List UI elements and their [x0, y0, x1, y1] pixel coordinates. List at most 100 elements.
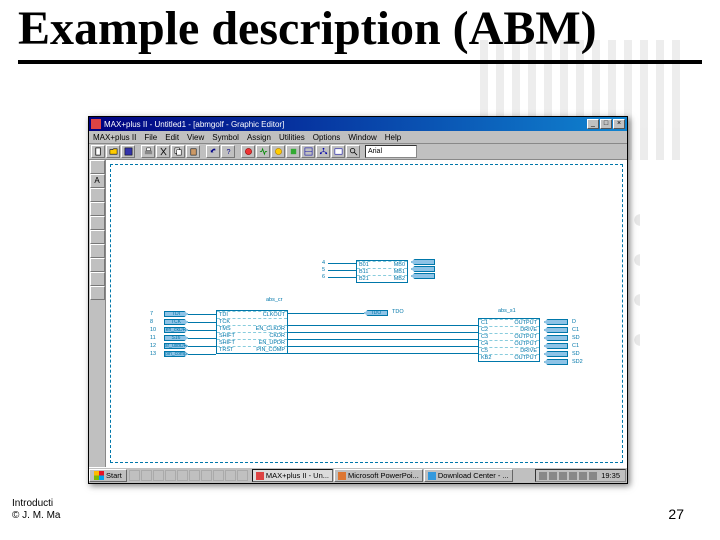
ql-app-icon[interactable]: [237, 470, 248, 481]
slide-title: Example description (ABM): [0, 0, 720, 54]
wire: [288, 346, 478, 347]
menu-file[interactable]: File: [144, 133, 157, 142]
help-button[interactable]: ?: [221, 145, 235, 158]
left-block[interactable]: TDICLKOUT TCK TMSEN_CLKDR SHIFTCKDR SHIF…: [216, 310, 288, 354]
wire: [288, 353, 478, 354]
svg-text:?: ?: [226, 147, 230, 156]
right-block[interactable]: C1OUTPUT C2DRIVE C3OUTPUT C4OUTPUT C5DRI…: [478, 318, 540, 362]
menu-view[interactable]: View: [187, 133, 204, 142]
start-button[interactable]: Start: [89, 469, 127, 482]
menu-symbol[interactable]: Symbol: [212, 133, 239, 142]
hierarchy-button[interactable]: [316, 145, 330, 158]
zoom-button[interactable]: [346, 145, 360, 158]
palette-zoom-fit[interactable]: [90, 258, 105, 272]
font-combo[interactable]: Arial: [365, 145, 417, 158]
wire: [188, 314, 216, 315]
task-maxplus[interactable]: MAX+plus II - Un...: [252, 469, 333, 482]
tray-icon[interactable]: [589, 472, 597, 480]
palette-circle[interactable]: [90, 216, 105, 230]
out-label: D: [572, 319, 576, 325]
task-powerpoint[interactable]: Microsoft PowerPoi...: [334, 469, 423, 482]
input-port: TDI: [164, 311, 188, 317]
titlebar[interactable]: MAX+plus II - Untitled1 - [abmgolf - Gra…: [89, 117, 627, 131]
window-title: MAX+plus II - Untitled1 - [abmgolf - Gra…: [104, 120, 587, 129]
ql-app-icon[interactable]: [165, 470, 176, 481]
wire: [188, 338, 216, 339]
copy-button[interactable]: [171, 145, 185, 158]
maximize-button[interactable]: □: [600, 119, 612, 129]
palette-select[interactable]: [90, 160, 105, 174]
ql-app-icon[interactable]: [201, 470, 212, 481]
out-label: SD2: [572, 359, 583, 365]
ql-app-icon[interactable]: [213, 470, 224, 481]
floorplan-button[interactable]: [301, 145, 315, 158]
palette-zoom-in[interactable]: [90, 230, 105, 244]
task-icon: [428, 472, 436, 480]
app-window: MAX+plus II - Untitled1 - [abmgolf - Gra…: [88, 116, 628, 484]
minimize-button[interactable]: _: [587, 119, 599, 129]
output-port: [544, 319, 568, 325]
tray-icon[interactable]: [539, 472, 547, 480]
pin-num: 11: [150, 335, 156, 341]
menu-options[interactable]: Options: [313, 133, 341, 142]
windows-logo-icon: [94, 471, 104, 480]
messages-button[interactable]: [331, 145, 345, 158]
schematic-canvas[interactable]: B01MB0 B11MB1 B21MB2 4 5 6 abs_cr TDIC: [106, 160, 627, 467]
timing-button[interactable]: [271, 145, 285, 158]
menu-maxplus[interactable]: MAX+plus II: [93, 133, 136, 142]
input-port: en_ckDR: [164, 327, 188, 333]
open-button[interactable]: [106, 145, 120, 158]
input-port: sr_usbDR: [164, 343, 188, 349]
pin-num: 13: [150, 351, 156, 357]
palette-rubber[interactable]: [90, 286, 105, 300]
menu-window[interactable]: Window: [348, 133, 376, 142]
wire: [188, 354, 216, 355]
new-button[interactable]: [91, 145, 105, 158]
tray-icon[interactable]: [579, 472, 587, 480]
ql-app-icon[interactable]: [189, 470, 200, 481]
task-browser[interactable]: Download Center - ...: [424, 469, 513, 482]
page-number: 27: [668, 506, 684, 522]
tool-palette: A: [89, 160, 106, 467]
palette-zoom-out[interactable]: [90, 244, 105, 258]
palette-line[interactable]: [90, 188, 105, 202]
palette-grid[interactable]: [90, 272, 105, 286]
tray-icon[interactable]: [549, 472, 557, 480]
ql-app-icon[interactable]: [177, 470, 188, 481]
compile-button[interactable]: [241, 145, 255, 158]
ql-ie-icon[interactable]: [129, 470, 140, 481]
close-button[interactable]: ×: [613, 119, 625, 129]
input-port: TCK: [164, 319, 188, 325]
cut-button[interactable]: [156, 145, 170, 158]
palette-text[interactable]: A: [90, 174, 105, 188]
output-port: [411, 273, 435, 279]
wire: [328, 263, 356, 264]
app-icon: [91, 119, 101, 129]
ql-outlook-icon[interactable]: [153, 470, 164, 481]
clock[interactable]: 19:35: [599, 471, 622, 480]
menu-utilities[interactable]: Utilities: [279, 133, 305, 142]
menu-help[interactable]: Help: [385, 133, 401, 142]
menubar: MAX+plus II File Edit View Symbol Assign…: [89, 131, 627, 144]
menu-assign[interactable]: Assign: [247, 133, 271, 142]
simulate-button[interactable]: [256, 145, 270, 158]
tray-icon[interactable]: [559, 472, 567, 480]
menu-edit[interactable]: Edit: [165, 133, 179, 142]
palette-arc[interactable]: [90, 202, 105, 216]
system-tray[interactable]: 19:35: [535, 469, 626, 482]
out-label: C1: [572, 327, 579, 333]
paste-button[interactable]: [186, 145, 200, 158]
print-button[interactable]: [141, 145, 155, 158]
wire: [188, 330, 216, 331]
task-icon: [256, 472, 264, 480]
output-port: [544, 327, 568, 333]
wire: [288, 313, 364, 314]
top-block[interactable]: B01MB0 B11MB1 B21MB2: [356, 260, 408, 283]
save-button[interactable]: [121, 145, 135, 158]
program-button[interactable]: [286, 145, 300, 158]
undo-button[interactable]: [206, 145, 220, 158]
block-label: abs_cr: [266, 297, 283, 303]
ql-app-icon[interactable]: [225, 470, 236, 481]
ql-desktop-icon[interactable]: [141, 470, 152, 481]
tray-icon[interactable]: [569, 472, 577, 480]
